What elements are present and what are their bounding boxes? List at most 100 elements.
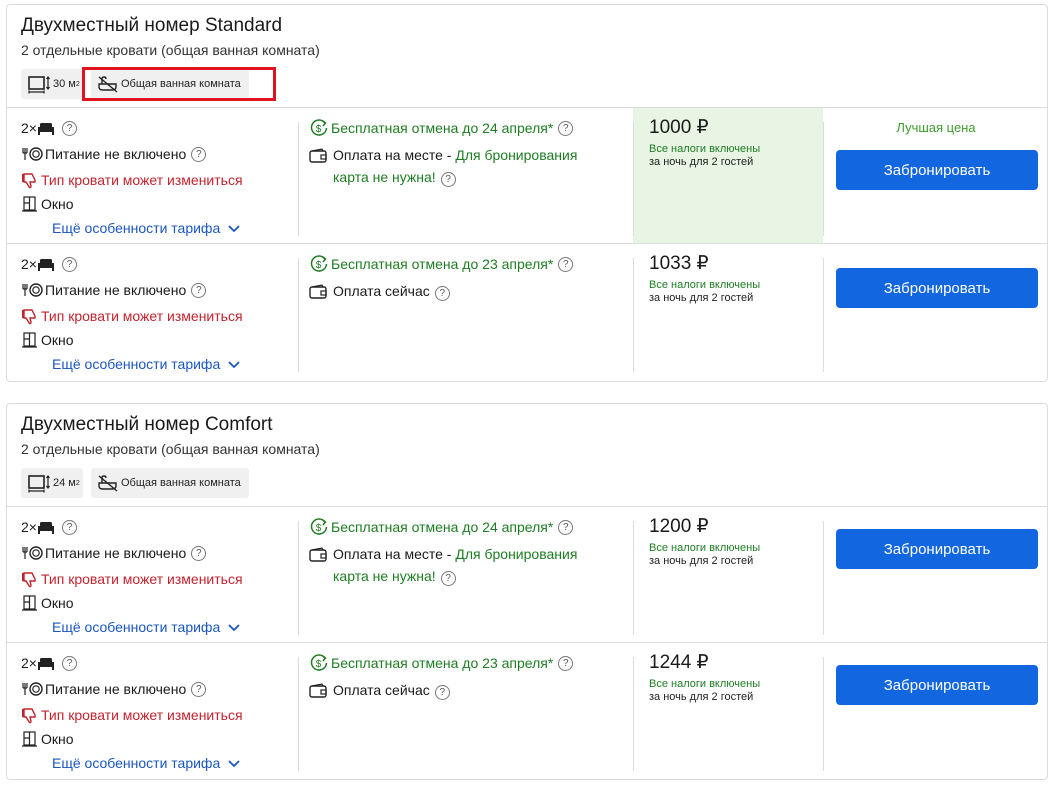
payment-label: Оплата на месте - — [333, 546, 456, 562]
taxes-included: Все налоги включены — [649, 542, 761, 554]
help-icon[interactable]: ? — [191, 282, 207, 298]
column-divider — [298, 657, 299, 771]
room-area-chip: 24 м2 — [21, 468, 83, 498]
cutlery-plate-icon — [21, 681, 43, 697]
column-divider — [823, 657, 824, 771]
guests-count: 2× — [21, 256, 37, 272]
book-button[interactable]: Забронировать — [836, 268, 1038, 308]
refund-icon: $ — [309, 653, 329, 673]
help-icon[interactable]: ? — [61, 256, 77, 272]
window-line: Окно — [21, 194, 74, 214]
window-icon — [21, 731, 39, 747]
more-rate-features-link[interactable]: Ещё особенности тарифа — [52, 617, 240, 637]
window-icon — [21, 196, 39, 212]
help-icon[interactable]: ? — [440, 571, 456, 586]
meal-label: Питание не включено — [45, 545, 187, 561]
column-divider — [298, 122, 299, 236]
help-icon[interactable]: ? — [191, 681, 207, 697]
column-divider — [633, 657, 634, 771]
help-icon[interactable]: ? — [61, 519, 77, 535]
per-night-label: за ночь для 2 гостей — [649, 292, 754, 304]
room-size-icon — [27, 473, 53, 493]
help-icon[interactable]: ? — [440, 172, 456, 187]
taxes-included: Все налоги включены — [649, 279, 761, 291]
payment-line: Оплата на месте - Для бронирования карта… — [309, 543, 609, 587]
refund-icon: $ — [309, 254, 329, 274]
refund-icon: $ — [309, 517, 329, 537]
help-icon[interactable]: ? — [191, 146, 207, 162]
meal-line: Питание не включено ? — [21, 679, 207, 699]
more-rate-features-link[interactable]: Ещё особенности тарифа — [52, 354, 240, 374]
cutlery-plate-icon — [21, 146, 43, 162]
chevron-down-icon[interactable] — [228, 619, 240, 635]
guests-line: 2× ? — [21, 118, 77, 138]
book-button[interactable]: Забронировать — [836, 665, 1038, 705]
help-icon[interactable]: ? — [191, 545, 207, 561]
shared-bathroom-chip: Общая ванная комната — [91, 69, 249, 99]
chevron-down-icon[interactable] — [228, 755, 240, 771]
wallet-icon — [309, 547, 329, 569]
bed-type-warning: Тип кровати может измениться — [21, 306, 243, 326]
bed-icon — [37, 520, 55, 534]
svg-text:$: $ — [316, 124, 322, 135]
room-area-value: 24 м — [53, 477, 76, 489]
help-icon[interactable]: ? — [434, 685, 450, 700]
more-link-label[interactable]: Ещё особенности тарифа — [52, 356, 220, 372]
price: 1200 ₽ — [649, 516, 709, 537]
rate-row: 2× ? Питание не включено ? Тип кровати м… — [7, 243, 1047, 380]
rate-row: 2× ? Питание не включено ? Тип кровати м… — [7, 642, 1047, 779]
help-icon[interactable]: ? — [558, 256, 574, 272]
more-link-label[interactable]: Ещё особенности тарифа — [52, 220, 220, 236]
window-label: Окно — [41, 595, 74, 611]
no-private-bath-icon — [97, 75, 121, 93]
help-icon[interactable]: ? — [558, 519, 574, 535]
chevron-down-icon[interactable] — [228, 356, 240, 372]
price-block: 1033 ₽ Все налоги включены за ночь для 2… — [649, 252, 760, 304]
svg-text:$: $ — [316, 523, 322, 534]
guests-count: 2× — [21, 120, 37, 136]
chevron-down-icon[interactable] — [228, 220, 240, 236]
more-link-label[interactable]: Ещё особенности тарифа — [52, 619, 220, 635]
bed-icon — [37, 257, 55, 271]
payment-line: Оплата сейчас? — [309, 280, 609, 302]
shared-bathroom-label: Общая ванная комната — [121, 477, 241, 489]
window-label: Окно — [41, 332, 74, 348]
book-button[interactable]: Забронировать — [836, 150, 1038, 190]
room-area-unit-sup: 2 — [75, 479, 80, 487]
book-button[interactable]: Забронировать — [836, 529, 1038, 569]
meal-label: Питание не включено — [45, 146, 187, 162]
help-icon[interactable]: ? — [434, 286, 450, 301]
guests-line: 2× ? — [21, 254, 77, 274]
column-divider — [298, 521, 299, 635]
room-size-icon — [27, 74, 53, 94]
help-icon[interactable]: ? — [61, 655, 77, 671]
payment-label: Оплата сейчас — [333, 283, 430, 299]
payment-label: Оплата на месте - — [333, 147, 456, 163]
rate-row: 2× ? Питание не включено ? Тип кровати м… — [7, 506, 1047, 643]
price-block: 1244 ₽ Все налоги включены за ночь для 2… — [649, 651, 760, 703]
free-cancellation-line: $ Бесплатная отмена до 23 апреля* ? — [309, 653, 574, 673]
window-line: Окно — [21, 593, 74, 613]
shared-bathroom-label: Общая ванная комната — [121, 78, 241, 90]
help-icon[interactable]: ? — [558, 120, 574, 136]
room-subtitle: 2 отдельные кровати (общая ванная комнат… — [21, 441, 320, 457]
price: 1244 ₽ — [649, 652, 709, 673]
window-label: Окно — [41, 196, 74, 212]
bed-type-label: Тип кровати может измениться — [41, 571, 243, 587]
thumbs-down-icon — [21, 171, 39, 189]
price: 1000 ₽ — [649, 117, 709, 138]
more-rate-features-link[interactable]: Ещё особенности тарифа — [52, 218, 240, 238]
refund-icon: $ — [309, 118, 329, 138]
room-area-unit-sup: 2 — [75, 80, 80, 88]
window-icon — [21, 595, 39, 611]
more-rate-features-link[interactable]: Ещё особенности тарифа — [52, 753, 240, 773]
per-night-label: за ночь для 2 гостей — [649, 555, 754, 567]
payment-label: Оплата сейчас — [333, 682, 430, 698]
window-label: Окно — [41, 731, 74, 747]
help-icon[interactable]: ? — [558, 655, 574, 671]
column-divider — [823, 521, 824, 635]
guests-count: 2× — [21, 655, 37, 671]
more-link-label[interactable]: Ещё особенности тарифа — [52, 755, 220, 771]
help-icon[interactable]: ? — [61, 120, 77, 136]
bed-icon — [37, 656, 55, 670]
